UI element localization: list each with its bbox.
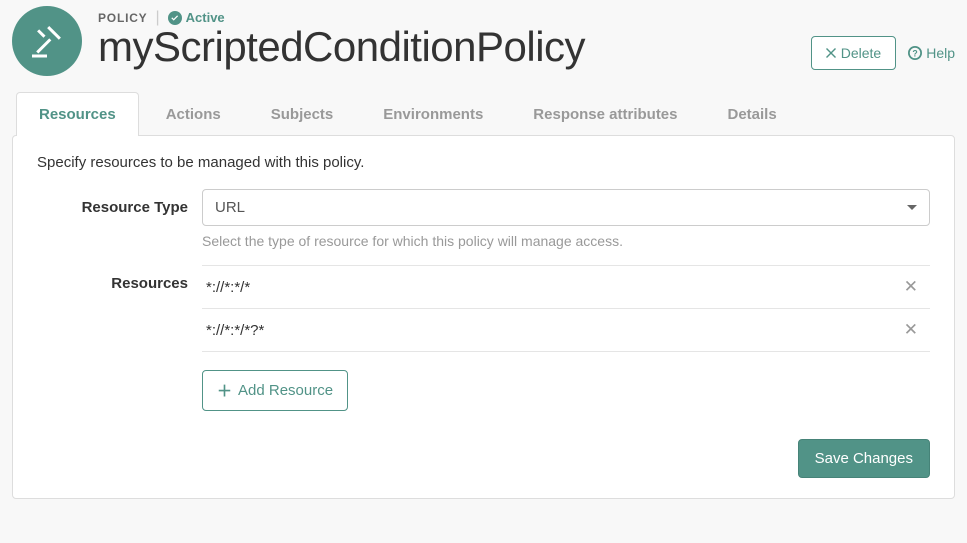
add-resource-label: Add Resource [238, 382, 333, 399]
close-icon: ✕ [904, 277, 918, 296]
header-actions: Delete ? Help [811, 6, 955, 70]
svg-text:?: ? [913, 49, 918, 59]
resources-row: Resources *://*:*/* ✕ *://*:*/*?* ✕ ＋ [37, 265, 930, 411]
resource-item: *://*:*/*?* ✕ [202, 308, 930, 351]
panel-footer: Save Changes [37, 439, 930, 478]
save-changes-button[interactable]: Save Changes [798, 439, 930, 478]
chevron-down-icon [907, 205, 917, 215]
tab-actions[interactable]: Actions [143, 92, 244, 136]
resources-label: Resources [37, 265, 202, 411]
tab-response-attributes[interactable]: Response attributes [510, 92, 700, 136]
remove-resource-button[interactable]: ✕ [896, 277, 926, 297]
resources-field: *://*:*/* ✕ *://*:*/*?* ✕ ＋ Add Resource [202, 265, 930, 411]
help-icon: ? [908, 46, 922, 60]
resource-item: *://*:*/* ✕ [202, 265, 930, 308]
policy-avatar [12, 6, 82, 76]
tab-resources[interactable]: Resources [16, 92, 139, 136]
tab-bar: Resources Actions Subjects Environments … [12, 92, 955, 135]
add-resource-button[interactable]: ＋ Add Resource [202, 370, 348, 411]
delete-button[interactable]: Delete [811, 36, 896, 70]
close-icon: ✕ [904, 320, 918, 339]
help-link[interactable]: ? Help [908, 45, 955, 61]
remove-resource-button[interactable]: ✕ [896, 320, 926, 340]
delete-label: Delete [841, 45, 881, 61]
header-text: POLICY | Active myScriptedConditionPolic… [98, 6, 811, 71]
resource-pattern: *://*:*/*?* [206, 322, 264, 339]
help-label: Help [926, 45, 955, 61]
tab-subjects[interactable]: Subjects [248, 92, 357, 136]
resource-list: *://*:*/* ✕ *://*:*/*?* ✕ [202, 265, 930, 352]
page-header: POLICY | Active myScriptedConditionPolic… [12, 6, 955, 76]
resource-pattern: *://*:*/* [206, 279, 250, 296]
close-icon [826, 48, 836, 58]
resource-type-label: Resource Type [37, 189, 202, 257]
tab-environments[interactable]: Environments [360, 92, 506, 136]
panel-intro: Specify resources to be managed with thi… [37, 154, 930, 171]
resource-type-row: Resource Type URL Select the type of res… [37, 189, 930, 257]
tab-details[interactable]: Details [705, 92, 800, 136]
gavel-icon [29, 23, 65, 59]
eyebrow-separator: | [155, 12, 159, 24]
resource-type-help: Select the type of resource for which th… [202, 233, 930, 249]
tab-panel: Specify resources to be managed with thi… [12, 135, 955, 499]
resource-type-select[interactable]: URL [202, 189, 930, 226]
resource-type-field: URL Select the type of resource for whic… [202, 189, 930, 257]
page-title: myScriptedConditionPolicy [98, 23, 811, 71]
resource-type-value: URL [215, 199, 245, 216]
plus-icon: ＋ [217, 380, 232, 401]
